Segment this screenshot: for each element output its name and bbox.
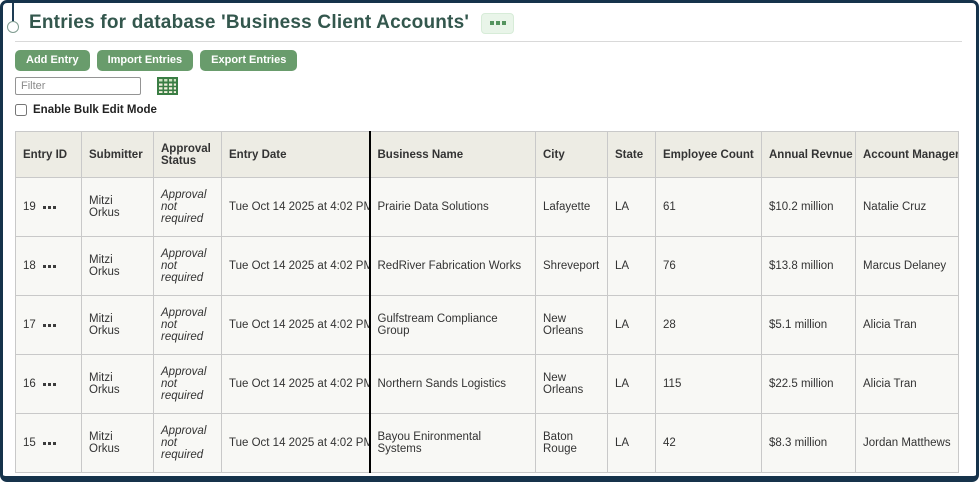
- table-row: 19 Mitzi Orkus Approval not required Tue…: [16, 178, 959, 237]
- page-frame: Entries for database 'Business Client Ac…: [0, 0, 979, 482]
- entry-date-cell: Tue Oct 14 2025 at 4:02 PM: [222, 414, 370, 473]
- column-header-entry-id: Entry ID: [16, 132, 82, 178]
- column-header-submitter: Submitter: [82, 132, 154, 178]
- entry-date-cell: Tue Oct 14 2025 at 4:02 PM: [222, 178, 370, 237]
- entry-id-value: 16: [23, 378, 36, 390]
- entries-table: Entry ID Submitter Approval Status Entry…: [15, 131, 959, 473]
- city-cell: New Orleans: [536, 296, 608, 355]
- table-row: 16 Mitzi Orkus Approval not required Tue…: [16, 355, 959, 414]
- bulk-edit-row: Enable Bulk Edit Mode: [15, 104, 962, 116]
- row-actions-menu[interactable]: [43, 381, 56, 388]
- annual-revenue-cell: $10.2 million: [762, 178, 856, 237]
- annotation-circle: [7, 21, 19, 33]
- bulk-edit-label: Enable Bulk Edit Mode: [33, 104, 157, 116]
- business-name-cell: RedRiver Fabrication Works: [370, 237, 536, 296]
- state-cell: LA: [608, 296, 656, 355]
- submitter-cell: Mitzi Orkus: [82, 414, 154, 473]
- entry-id-value: 17: [23, 319, 36, 331]
- entry-id-cell: 15: [16, 414, 82, 473]
- account-manager-cell: Alicia Tran: [856, 296, 959, 355]
- table-row: 18 Mitzi Orkus Approval not required Tue…: [16, 237, 959, 296]
- table-row: 17 Mitzi Orkus Approval not required Tue…: [16, 296, 959, 355]
- row-actions-menu[interactable]: [43, 322, 56, 329]
- title-divider: [15, 41, 962, 42]
- approval-status-cell: Approval not required: [154, 355, 222, 414]
- table-grid-icon: [157, 83, 178, 98]
- approval-status-cell: Approval not required: [154, 414, 222, 473]
- page-content: Entries for database 'Business Client Ac…: [3, 3, 976, 473]
- account-manager-cell: Marcus Delaney: [856, 237, 959, 296]
- annual-revenue-cell: $8.3 million: [762, 414, 856, 473]
- entry-id-cell: 18: [16, 237, 82, 296]
- state-cell: LA: [608, 178, 656, 237]
- employee-count-cell: 61: [656, 178, 762, 237]
- annual-revenue-cell: $22.5 million: [762, 355, 856, 414]
- page-title: Entries for database 'Business Client Ac…: [29, 12, 469, 34]
- bulk-edit-checkbox[interactable]: [15, 104, 27, 116]
- column-header-state: State: [608, 132, 656, 178]
- annotation-line: [12, 3, 14, 22]
- approval-status-cell: Approval not required: [154, 237, 222, 296]
- state-cell: LA: [608, 237, 656, 296]
- import-entries-button[interactable]: Import Entries: [97, 50, 194, 71]
- account-manager-cell: Jordan Matthews: [856, 414, 959, 473]
- column-header-entry-date: Entry Date: [222, 132, 370, 178]
- submitter-cell: Mitzi Orkus: [82, 178, 154, 237]
- table-row: 15 Mitzi Orkus Approval not required Tue…: [16, 414, 959, 473]
- annual-revenue-cell: $13.8 million: [762, 237, 856, 296]
- entry-date-cell: Tue Oct 14 2025 at 4:02 PM: [222, 237, 370, 296]
- submitter-cell: Mitzi Orkus: [82, 296, 154, 355]
- grid-view-button[interactable]: [157, 77, 178, 95]
- row-actions-menu[interactable]: [43, 263, 56, 270]
- business-name-cell: Northern Sands Logistics: [370, 355, 536, 414]
- title-row: Entries for database 'Business Client Ac…: [15, 12, 962, 34]
- employee-count-cell: 28: [656, 296, 762, 355]
- city-cell: Shreveport: [536, 237, 608, 296]
- city-cell: Lafayette: [536, 178, 608, 237]
- filter-row: [15, 77, 962, 95]
- export-entries-button[interactable]: Export Entries: [200, 50, 297, 71]
- entry-id-value: 19: [23, 201, 36, 213]
- account-manager-cell: Natalie Cruz: [856, 178, 959, 237]
- column-header-annual-revenue: Annual Revnue: [762, 132, 856, 178]
- approval-status-cell: Approval not required: [154, 178, 222, 237]
- entry-id-cell: 19: [16, 178, 82, 237]
- business-name-cell: Gulfstream Compliance Group: [370, 296, 536, 355]
- entry-id-value: 15: [23, 437, 36, 449]
- entry-id-cell: 16: [16, 355, 82, 414]
- toolbar: Add Entry Import Entries Export Entries: [15, 50, 962, 71]
- row-actions-menu[interactable]: [43, 440, 56, 447]
- city-cell: Baton Rouge: [536, 414, 608, 473]
- column-header-city: City: [536, 132, 608, 178]
- entry-id-cell: 17: [16, 296, 82, 355]
- employee-count-cell: 115: [656, 355, 762, 414]
- row-actions-menu[interactable]: [43, 204, 56, 211]
- entry-date-cell: Tue Oct 14 2025 at 4:02 PM: [222, 355, 370, 414]
- state-cell: LA: [608, 355, 656, 414]
- filter-input[interactable]: [15, 77, 141, 95]
- column-header-account-manager: Account Manager: [856, 132, 959, 178]
- column-header-business-name: Business Name: [370, 132, 536, 178]
- entry-date-cell: Tue Oct 14 2025 at 4:02 PM: [222, 296, 370, 355]
- city-cell: New Orleans: [536, 355, 608, 414]
- submitter-cell: Mitzi Orkus: [82, 355, 154, 414]
- table-header-row: Entry ID Submitter Approval Status Entry…: [16, 132, 959, 178]
- account-manager-cell: Alicia Tran: [856, 355, 959, 414]
- business-name-cell: Bayou Enironmental Systems: [370, 414, 536, 473]
- entry-id-value: 18: [23, 260, 36, 272]
- approval-status-cell: Approval not required: [154, 296, 222, 355]
- annual-revenue-cell: $5.1 million: [762, 296, 856, 355]
- add-entry-button[interactable]: Add Entry: [15, 50, 90, 71]
- column-header-employee-count: Employee Count: [656, 132, 762, 178]
- column-header-approval-status: Approval Status: [154, 132, 222, 178]
- employee-count-cell: 76: [656, 237, 762, 296]
- business-name-cell: Prairie Data Solutions: [370, 178, 536, 237]
- employee-count-cell: 42: [656, 414, 762, 473]
- state-cell: LA: [608, 414, 656, 473]
- submitter-cell: Mitzi Orkus: [82, 237, 154, 296]
- more-options-button[interactable]: [481, 13, 514, 34]
